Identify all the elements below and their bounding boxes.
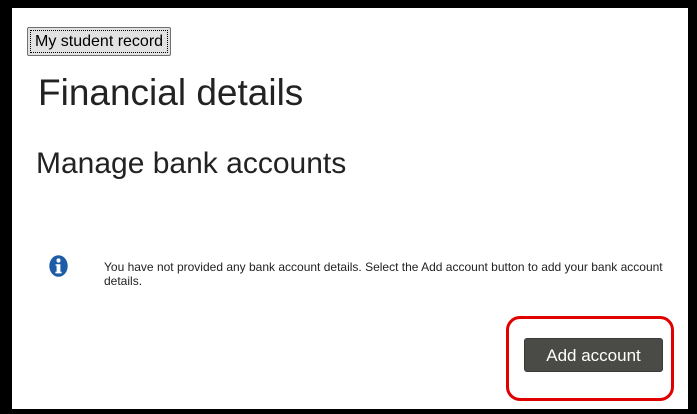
info-icon [49, 255, 68, 277]
my-student-record-button[interactable]: My student record [27, 27, 172, 56]
page-content: My student record Financial details Mana… [12, 8, 688, 409]
screenshot-frame: My student record Financial details Mana… [0, 0, 697, 414]
add-account-button[interactable]: Add account [524, 338, 663, 372]
section-title: Manage bank accounts [36, 147, 347, 180]
no-bank-accounts-message: You have not provided any bank account d… [104, 260, 663, 288]
page-title: Financial details [38, 72, 304, 113]
